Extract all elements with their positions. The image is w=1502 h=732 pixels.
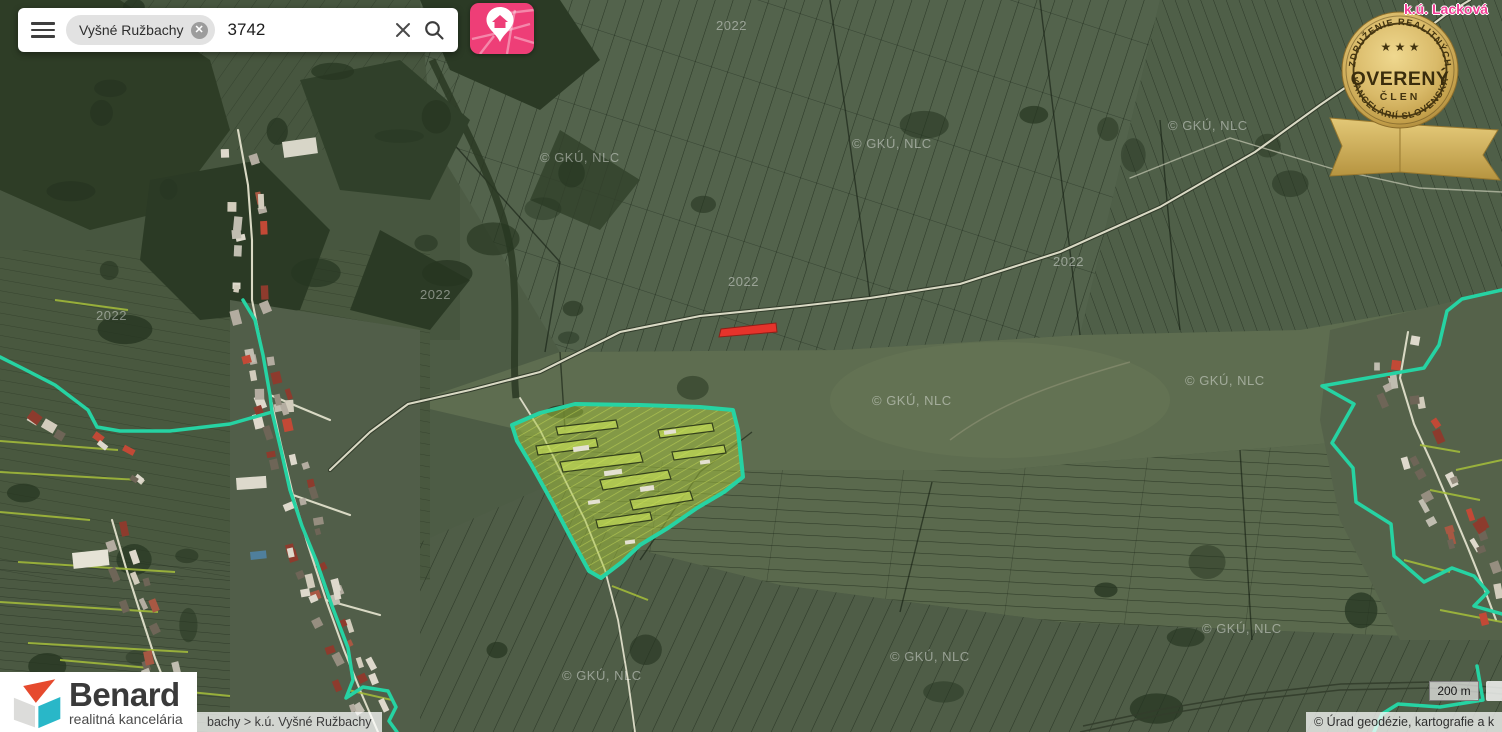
- search-chip[interactable]: Vyšné Ružbachy ✕: [66, 15, 215, 45]
- map-app: © GKÚ, NLC © GKÚ, NLC © GKÚ, NLC © GKÚ, …: [0, 0, 1502, 732]
- map-canvas[interactable]: [0, 0, 1502, 732]
- menu-icon[interactable]: [31, 21, 55, 39]
- agency-name: Benard: [69, 678, 183, 711]
- search-bar: Vyšné Ružbachy ✕: [18, 8, 458, 52]
- agency-tagline: realitná kancelária: [69, 712, 183, 726]
- agency-logo: Benard realitná kancelária: [0, 672, 197, 732]
- search-chip-label: Vyšné Ružbachy: [79, 22, 184, 38]
- search-input[interactable]: [226, 19, 383, 41]
- partial-control[interactable]: [1486, 681, 1502, 701]
- search-icon[interactable]: [423, 19, 445, 41]
- village-ground-left: [230, 300, 420, 732]
- breadcrumb: bachy > k.ú. Vyšné Ružbachy: [197, 712, 382, 732]
- chip-remove-icon[interactable]: ✕: [191, 22, 208, 39]
- agency-logo-icon: [8, 674, 62, 730]
- map-attribution: © Úrad geodézie, kartografie a k: [1306, 712, 1502, 732]
- clear-search-icon[interactable]: [394, 21, 412, 39]
- map-mode-button[interactable]: [470, 3, 534, 54]
- scale-control: 200 m: [1429, 681, 1479, 701]
